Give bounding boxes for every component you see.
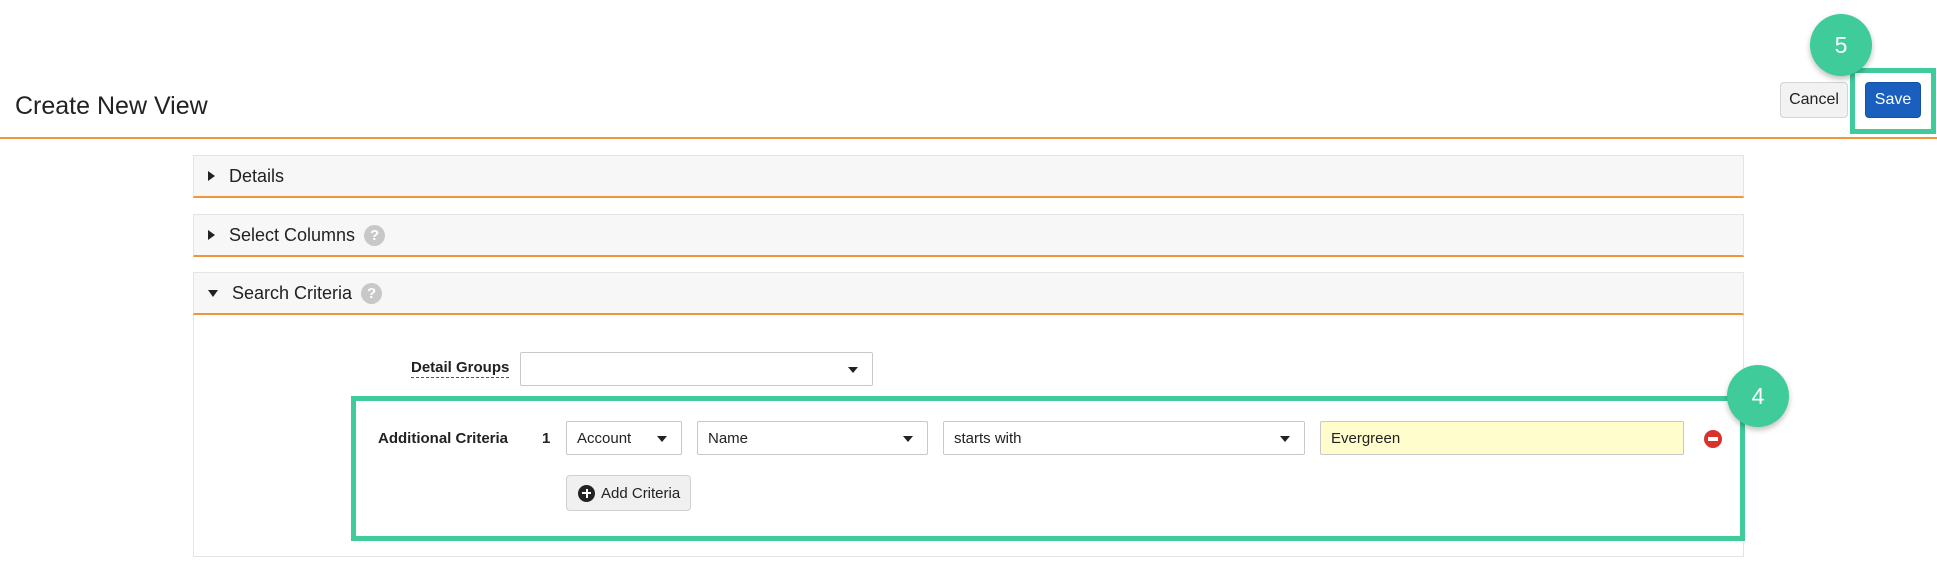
criteria-field-value: Name bbox=[708, 429, 749, 447]
criteria-operator-select[interactable]: starts with bbox=[943, 421, 1305, 455]
section-select-columns-label: Select Columns bbox=[229, 224, 356, 245]
plus-circle-icon bbox=[578, 484, 595, 502]
step-badge-save: 5 bbox=[1810, 14, 1872, 76]
remove-criteria-icon[interactable] bbox=[1704, 430, 1722, 448]
section-search-criteria-header[interactable]: Search Criteria ? bbox=[193, 272, 1744, 315]
section-details-header[interactable]: Details bbox=[193, 155, 1744, 198]
criteria-row-number: 1 bbox=[542, 430, 551, 447]
detail-groups-select[interactable] bbox=[520, 352, 873, 386]
question-circle-icon[interactable]: ? bbox=[361, 282, 383, 304]
expand-right-icon bbox=[208, 230, 215, 240]
section-search-criteria-label: Search Criteria bbox=[232, 282, 353, 303]
criteria-operator-value: starts with bbox=[954, 429, 1022, 447]
section-select-columns-header[interactable]: Select Columns ? bbox=[193, 214, 1744, 257]
caret-down-icon bbox=[1280, 436, 1290, 442]
section-details-label: Details bbox=[229, 165, 285, 186]
criteria-field-select[interactable]: Name bbox=[697, 421, 928, 455]
detail-groups-label: Detail Groups bbox=[411, 359, 510, 378]
caret-down-icon bbox=[848, 367, 858, 373]
cancel-button[interactable]: Cancel bbox=[1780, 82, 1848, 118]
save-button[interactable]: Save bbox=[1865, 82, 1921, 118]
criteria-object-value: Account bbox=[577, 429, 632, 447]
caret-down-icon bbox=[657, 436, 667, 442]
caret-down-icon bbox=[903, 436, 913, 442]
additional-criteria-label: Additional Criteria bbox=[378, 430, 509, 447]
header-divider bbox=[0, 137, 1937, 139]
expand-right-icon bbox=[208, 171, 215, 181]
criteria-object-select[interactable]: Account bbox=[566, 421, 682, 455]
criteria-value-input[interactable] bbox=[1320, 421, 1684, 455]
collapse-down-icon bbox=[208, 289, 218, 297]
add-criteria-label: Add Criteria bbox=[601, 484, 681, 502]
step-badge-criteria: 4 bbox=[1727, 365, 1789, 427]
add-criteria-button[interactable]: Add Criteria bbox=[566, 475, 691, 511]
question-circle-icon[interactable]: ? bbox=[364, 224, 386, 246]
page-title: Create New View bbox=[15, 92, 208, 120]
